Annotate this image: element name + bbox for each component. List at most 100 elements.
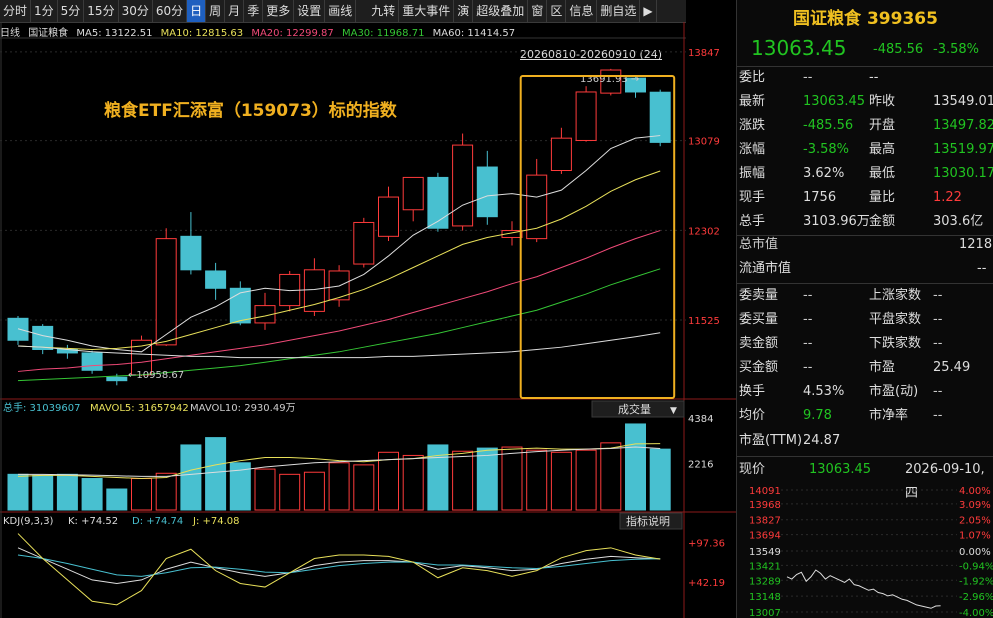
- pe-ttm-label: 市盈(TTM): [739, 433, 803, 448]
- volume-bar: [205, 437, 227, 511]
- quote-label: 市盈: [869, 360, 896, 375]
- candle-body: [180, 235, 202, 271]
- volume-bar: [649, 448, 671, 511]
- quote-label: 均价: [739, 408, 766, 423]
- mini-price-label: 13421: [749, 561, 781, 572]
- quote-label: 昨收: [869, 94, 896, 109]
- quote-value: 13497.82: [933, 118, 993, 133]
- quote-label: 委比: [739, 70, 766, 85]
- candle-body: [303, 269, 325, 312]
- candle-body: [402, 176, 424, 211]
- candle: [550, 127, 572, 174]
- mini-pct-label: 4.00%: [959, 486, 991, 497]
- candle: [279, 270, 301, 312]
- candle-body: [229, 287, 251, 324]
- quote-value: --: [933, 384, 943, 399]
- mini-pct-label: 1.07%: [959, 531, 991, 542]
- divider: [737, 66, 993, 67]
- quote-value: 303.6亿: [933, 214, 984, 229]
- candle-body: [476, 166, 498, 218]
- quote-label: 市净率: [869, 408, 909, 423]
- mini-price-label: 14091: [749, 486, 781, 497]
- candle: [353, 217, 375, 268]
- volume-bar: [155, 472, 177, 511]
- quote-value: 1756: [803, 190, 837, 205]
- now-price: 13063.45: [809, 462, 872, 477]
- mini-price-label: 13694: [749, 531, 781, 542]
- mini-pct-label: -1.92%: [959, 576, 993, 587]
- volume-bar: [378, 451, 399, 511]
- y-tick-label: 11525: [688, 316, 720, 327]
- quote-value: --: [933, 288, 943, 303]
- candle-body: [452, 144, 474, 227]
- panel-price: 13063.45: [751, 36, 847, 60]
- candle: [476, 150, 498, 225]
- mini-pct-label: -0.94%: [959, 561, 993, 572]
- kdj-tick-label: +42.19: [688, 578, 725, 589]
- volume-bar: [131, 478, 152, 511]
- candle: [452, 133, 474, 231]
- volume-dropdown-label: 成交量: [618, 402, 651, 416]
- quote-value: 13063.45: [803, 94, 866, 109]
- quote-label: --: [869, 70, 879, 85]
- volume-bar: [526, 449, 548, 511]
- mini-pct-label: -4.00%: [959, 608, 993, 618]
- volume-bar: [254, 468, 276, 511]
- mini-pct-label: 0.00%: [959, 547, 991, 558]
- quote-label: 涨跌: [739, 118, 766, 133]
- mkt-cap-label: 总市值: [739, 237, 779, 252]
- volume-bar: [600, 442, 622, 511]
- quote-value: --: [803, 360, 813, 375]
- quote-label: 总手: [739, 214, 766, 229]
- quote-label: 卖金额: [739, 336, 779, 351]
- candle: [378, 186, 399, 241]
- volume-label: 总手: 31039607: [3, 401, 80, 414]
- kdj-label: KDJ(9,3,3): [3, 516, 54, 527]
- candle: [56, 344, 78, 359]
- quote-value: 13549.01: [933, 94, 993, 109]
- mini-price-label: 13968: [749, 500, 781, 511]
- candle: [229, 281, 251, 326]
- quote-label: 现手: [739, 190, 766, 205]
- quote-value: --: [933, 408, 943, 423]
- quote-value: -3.58%: [803, 142, 849, 157]
- quote-value: --: [933, 312, 943, 327]
- quote-value: 9.78: [803, 408, 832, 423]
- quote-value: 13030.17: [933, 166, 993, 181]
- now-date: 2026-09-10,四: [905, 462, 985, 501]
- candle-body: [205, 270, 227, 289]
- mini-price-label: 13549: [749, 547, 781, 558]
- panel-change: -485.56: [873, 42, 924, 57]
- candle: [501, 221, 523, 246]
- mini-pct-label: 2.05%: [959, 516, 991, 527]
- quote-value: 3103.96万: [803, 214, 870, 229]
- quote-label: 换手: [739, 384, 766, 399]
- candle: [81, 350, 103, 374]
- quote-label: 开盘: [869, 118, 896, 133]
- chart-annotation: 粮食ETF汇添富（159073）标的指数: [104, 100, 398, 121]
- candle-body: [32, 325, 54, 350]
- pe-ttm-value: 24.87: [803, 433, 841, 448]
- volume-bar: [32, 474, 54, 511]
- ma-line-ma60: [17, 332, 661, 359]
- candle-body: [649, 91, 671, 143]
- kdj-tick-label: +97.36: [688, 539, 725, 550]
- candle-body: [575, 91, 597, 141]
- chevron-down-icon: ▼: [670, 406, 677, 416]
- volume-bar: [625, 423, 646, 511]
- volume-tick-label: 4384: [688, 414, 713, 425]
- quote-label: 委买量: [739, 312, 779, 327]
- float-cap-label: 流通市值: [739, 261, 792, 276]
- ma-line-ma10: [17, 170, 661, 350]
- quote-label: 量比: [869, 190, 896, 205]
- candle-body: [378, 196, 399, 237]
- volume-bar: [550, 451, 572, 511]
- mini-price-label: 13827: [749, 516, 781, 527]
- candle-body: [106, 376, 128, 382]
- quote-label: 最高: [869, 142, 896, 157]
- quote-value: --: [803, 336, 813, 351]
- mini-pct-label: 3.09%: [959, 500, 991, 511]
- volume-bar: [402, 454, 424, 511]
- quote-label: 上涨家数: [869, 288, 922, 303]
- mini-price-line: [786, 569, 941, 609]
